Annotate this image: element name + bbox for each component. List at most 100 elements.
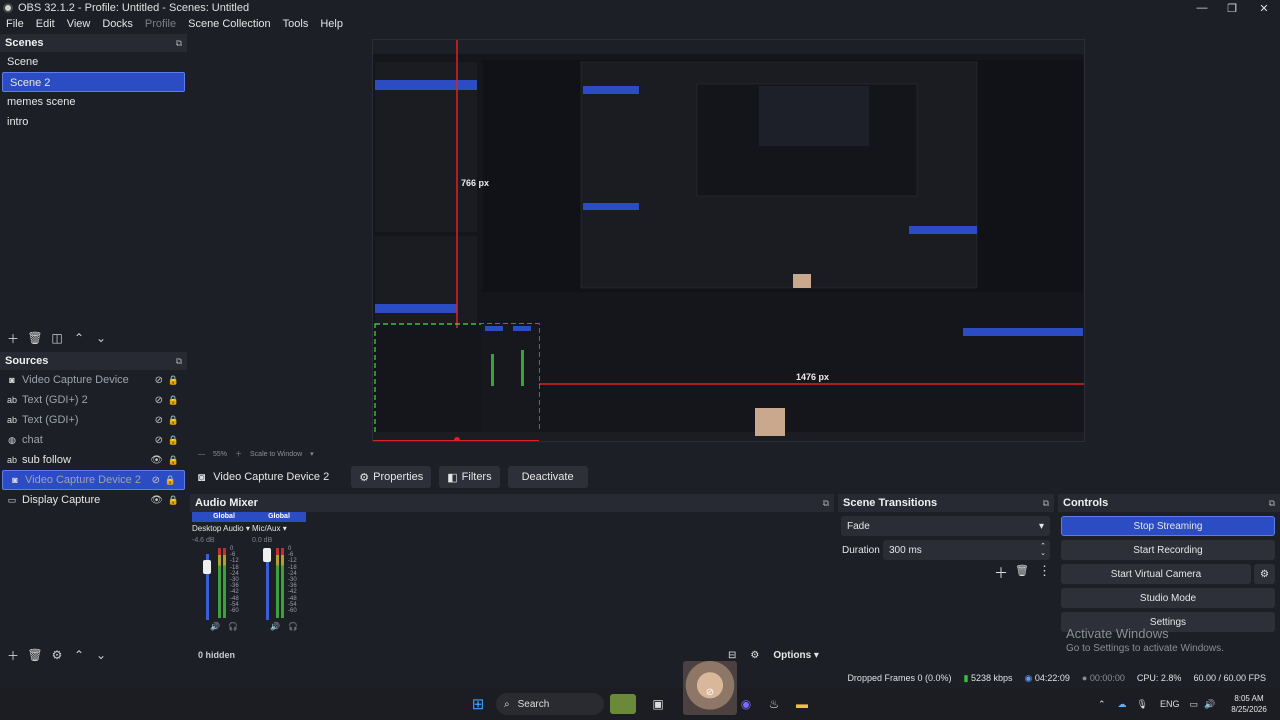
source-properties-button[interactable]: ⚙ (48, 646, 66, 664)
source-item[interactable]: ab Text (GDI+) 2 ⊘ 🔒 (0, 390, 187, 410)
minimize-button[interactable]: — (1186, 0, 1218, 16)
taskbar-clock[interactable]: 8:05 AM 8/25/2026 (1224, 693, 1274, 715)
menu-tools[interactable]: Tools (283, 18, 315, 30)
discord-icon[interactable]: ◉ (736, 694, 756, 714)
channel-name[interactable]: Mic/Aux ▾ (252, 524, 306, 533)
remove-transition-button[interactable]: 🗑 (1015, 564, 1029, 577)
mixer-options-button[interactable]: Options ▾ (773, 650, 819, 661)
windows-start-icon[interactable]: ⊞ (468, 694, 488, 714)
advanced-audio-icon[interactable]: ⚙ (750, 650, 759, 661)
close-button[interactable]: ✕ (1248, 0, 1280, 16)
lock-icon[interactable]: 🔒 (168, 375, 179, 386)
menu-help[interactable]: Help (320, 18, 349, 30)
eye-hidden-icon[interactable]: ⊘ (152, 475, 160, 486)
duration-spinbox[interactable]: 300 ms ⌃ ⌄ (883, 540, 1050, 560)
move-source-up-button[interactable]: ⌃ (70, 646, 88, 664)
lock-icon[interactable]: 🔒 (168, 495, 179, 506)
preview-canvas[interactable] (372, 39, 1085, 442)
zoom-in-button[interactable]: ＋ (235, 449, 242, 459)
menu-docks[interactable]: Docks (102, 18, 139, 30)
source-item[interactable]: ▭ Display Capture 👁 🔒 (0, 490, 187, 510)
headphones-icon[interactable]: 🎧 (228, 622, 238, 631)
lock-icon[interactable]: 🔒 (168, 435, 179, 446)
chevron-down-icon: ▾ (282, 524, 287, 533)
eye-hidden-icon[interactable]: ⊘ (155, 415, 163, 426)
eye-hidden-icon[interactable]: ⊘ (155, 435, 163, 446)
task-view-icon[interactable]: ▣ (648, 694, 668, 714)
start-virtual-camera-button[interactable]: Start Virtual Camera (1061, 564, 1251, 584)
menu-scene-collection[interactable]: Scene Collection (188, 18, 277, 30)
lock-icon[interactable]: 🔒 (168, 415, 179, 426)
lock-icon[interactable]: 🔒 (168, 455, 179, 466)
spin-arrows-icon[interactable]: ⌃ ⌄ (1040, 543, 1046, 557)
move-source-down-button[interactable]: ⌄ (92, 646, 110, 664)
network-icon[interactable]: ▭ (1190, 699, 1199, 710)
volume-fader-handle[interactable] (203, 560, 211, 574)
channel-name[interactable]: Desktop Audio ▾ (192, 524, 256, 533)
move-scene-up-button[interactable]: ⌃ (70, 329, 88, 347)
properties-button[interactable]: ⚙ Properties (351, 466, 432, 488)
dock-float-icon[interactable]: ⧉ (1269, 498, 1275, 509)
dock-float-icon[interactable]: ⧉ (1043, 498, 1049, 509)
remove-scene-button[interactable]: 🗑 (26, 329, 44, 347)
menu-view[interactable]: View (67, 18, 97, 30)
camera-icon: ◙ (9, 375, 15, 385)
scene-item-intro[interactable]: intro (0, 112, 187, 132)
steam-icon[interactable]: ♨ (764, 694, 784, 714)
add-transition-button[interactable]: ＋ (994, 563, 1008, 583)
source-item-selected[interactable]: ◙ Video Capture Device 2 ⊘ 🔒 (2, 470, 185, 490)
lock-icon[interactable]: 🔒 (165, 475, 176, 486)
dock-float-icon[interactable]: ⧉ (176, 38, 182, 49)
studio-mode-button[interactable]: Studio Mode (1061, 588, 1275, 608)
chevron-up-icon[interactable]: ⌃ (1098, 699, 1106, 710)
microphone-icon[interactable]: 🎙 (1137, 699, 1148, 710)
deactivate-button[interactable]: Deactivate (507, 466, 588, 488)
chevron-down-icon[interactable]: ▾ (310, 450, 314, 458)
source-item[interactable]: ab sub follow 👁 🔒 (0, 450, 187, 470)
eye-icon[interactable]: 👁 (150, 455, 163, 466)
virtual-camera-settings-button[interactable]: ⚙ (1254, 564, 1275, 584)
eye-hidden-icon[interactable]: ⊘ (155, 375, 163, 386)
volume-fader-track[interactable] (266, 554, 269, 620)
file-explorer-icon[interactable]: ▬ (792, 694, 812, 714)
mixer-layout-icon[interactable]: ⊟ (728, 650, 736, 661)
lock-icon[interactable]: 🔒 (168, 395, 179, 406)
stop-streaming-button[interactable]: Stop Streaming (1061, 516, 1275, 536)
onedrive-icon[interactable]: ☁ (1118, 699, 1127, 710)
speaker-icon[interactable]: 🔊 (270, 622, 280, 631)
menu-edit[interactable]: Edit (36, 18, 61, 30)
volume-fader-handle[interactable] (263, 548, 271, 562)
speaker-icon[interactable]: 🔊 (210, 622, 220, 631)
source-item[interactable]: ◍ chat ⊘ 🔒 (0, 430, 187, 450)
remove-source-button[interactable]: 🗑 (26, 646, 44, 664)
search-highlight-icon[interactable] (610, 694, 636, 714)
source-item[interactable]: ab Text (GDI+) ⊘ 🔒 (0, 410, 187, 430)
source-item[interactable]: ◙ Video Capture Device ⊘ 🔒 (0, 370, 187, 390)
transition-menu-button[interactable]: ⋮ (1038, 563, 1051, 579)
taskbar-search[interactable]: ⌕ Search (496, 693, 604, 715)
headphones-icon[interactable]: 🎧 (288, 622, 298, 631)
eye-icon[interactable]: 👁 (150, 495, 163, 506)
transition-type-select[interactable]: Fade ▾ (841, 516, 1050, 536)
add-source-button[interactable]: ＋ (4, 646, 22, 664)
filters-button[interactable]: ◧ Filters (439, 466, 500, 488)
menu-file[interactable]: File (6, 18, 30, 30)
scene-filters-button[interactable]: ◫ (48, 329, 66, 347)
scene-item-memes-scene[interactable]: memes scene (0, 92, 187, 112)
eye-hidden-icon[interactable]: ⊘ (155, 395, 163, 406)
scale-mode-select[interactable]: Scale to Window (250, 451, 302, 458)
menu-profile[interactable]: Profile (145, 18, 182, 30)
scene-item-scene-2[interactable]: Scene 2 (2, 72, 185, 92)
dock-float-icon[interactable]: ⧉ (823, 498, 829, 509)
add-scene-button[interactable]: ＋ (4, 329, 22, 347)
obs-taskbar-icon[interactable]: ⊘ (700, 682, 720, 702)
volume-icon[interactable]: 🔊 (1204, 699, 1215, 710)
dock-float-icon[interactable]: ⧉ (176, 356, 182, 367)
zoom-out-button[interactable]: — (198, 451, 205, 458)
move-scene-down-button[interactable]: ⌄ (92, 329, 110, 347)
gear-icon: ⚙ (1260, 568, 1269, 580)
maximize-button[interactable]: ❐ (1216, 0, 1248, 16)
language-indicator[interactable]: ENG (1160, 699, 1180, 709)
start-recording-button[interactable]: Start Recording (1061, 540, 1275, 560)
scene-item-scene[interactable]: Scene (0, 52, 187, 72)
